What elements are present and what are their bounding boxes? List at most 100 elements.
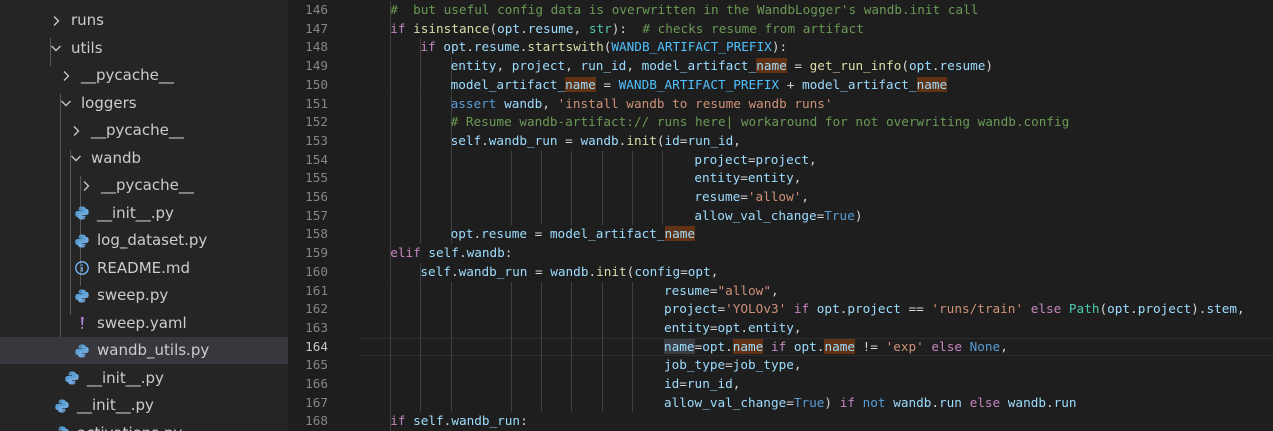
chevron-right-icon[interactable] [48, 13, 64, 29]
code-line[interactable]: self.wandb_run = wandb.init(id=run_id, [451, 132, 741, 151]
python-icon [74, 343, 90, 359]
code-line[interactable]: resume="allow", [664, 282, 779, 301]
code-token: entity [664, 319, 710, 335]
code-line[interactable]: allow_val_change=True) [694, 207, 862, 226]
code-line[interactable]: project=project, [694, 151, 816, 170]
code-line[interactable]: name=opt.name if opt.name != 'exp' else … [664, 338, 1008, 357]
code-token: = [680, 263, 688, 279]
code-token: ( [489, 20, 498, 36]
folder-item[interactable]: wandb [0, 145, 288, 172]
code-line[interactable]: elif self.wandb: [390, 244, 512, 263]
chevron-right-icon[interactable] [78, 178, 94, 194]
code-line[interactable]: self.wandb_run = wandb.init(config=opt, [420, 263, 718, 282]
chevron-right-icon[interactable] [58, 68, 74, 84]
code-token: "allow" [717, 282, 771, 298]
indent-guide [541, 393, 543, 413]
folder-item[interactable]: runs [0, 7, 288, 34]
code-line[interactable]: if self.wandb_run: [390, 412, 528, 431]
code-line[interactable]: assert wandb, 'install wandb to resume w… [451, 95, 833, 114]
file-item[interactable]: __init__.py [0, 365, 288, 392]
indent-guide [631, 281, 633, 301]
code-token: name [565, 76, 596, 92]
indent-guide [511, 150, 512, 170]
code-line[interactable]: entity=entity, [694, 169, 801, 188]
indent-guide [450, 337, 452, 357]
code-token: , [496, 58, 512, 74]
code-line[interactable]: model_artifact_name = WANDB_ARTIFACT_PRE… [451, 76, 948, 95]
indent-guide [390, 262, 392, 282]
python-icon [54, 398, 70, 414]
code-token: init [596, 263, 627, 279]
line-number: 153 [305, 132, 328, 148]
code-line[interactable]: resume='allow', [694, 188, 809, 207]
code-token: = [527, 263, 551, 279]
indent-guide [390, 57, 392, 76]
file-item[interactable]: wandb_utils.py [0, 337, 288, 364]
indent-guide [631, 150, 633, 170]
file-item[interactable]: __init__.py [0, 392, 288, 419]
code-token: , [626, 58, 642, 74]
code-token: resume [664, 282, 710, 298]
file-item[interactable]: log_dataset.py [0, 227, 288, 254]
code-line[interactable]: project='YOLOv3' if opt.project == 'runs… [664, 300, 1245, 319]
file-item[interactable]: sweep.yaml [0, 310, 288, 337]
folder-item[interactable]: __pycache__ [0, 62, 288, 89]
code-token: project [847, 301, 901, 317]
line-number: 151 [305, 95, 328, 111]
code-token: model_artifact_ [802, 76, 917, 92]
indent-guide [390, 169, 392, 188]
line-number: 146 [305, 2, 328, 17]
indent-guide [390, 318, 392, 338]
file-item[interactable]: activations.py [0, 420, 288, 431]
code-token: ) [854, 207, 863, 223]
code-token: wandb [1007, 394, 1046, 410]
code-token: model_artifact_ [450, 76, 566, 92]
yaml-icon [74, 315, 90, 331]
file-item[interactable]: README.md [0, 255, 288, 282]
chevron-down-icon[interactable] [58, 95, 74, 111]
code-line[interactable]: if isinstance(opt.resume, str): # checks… [390, 20, 864, 39]
code-token: allow_val_change [694, 207, 817, 223]
file-item[interactable]: sweep.py [0, 282, 288, 309]
chevron-down-icon[interactable] [48, 40, 64, 56]
code-line[interactable]: # Resume wandb-artifact:// runs here| wo… [451, 113, 1070, 132]
code-line[interactable]: allow_val_change=True) if not wandb.run … [664, 394, 1077, 413]
folder-item[interactable]: __pycache__ [0, 117, 288, 144]
code-line[interactable]: entity, project, run_id, model_artifact_… [451, 57, 993, 76]
line-number: 154 [305, 151, 328, 167]
folder-item[interactable]: utils [0, 35, 288, 62]
chevron-down-icon[interactable] [68, 150, 84, 166]
code-editor[interactable]: 146 # but useful config data is overwritt… [288, 0, 1273, 431]
code-token: 'YOLOv3' [725, 301, 787, 317]
folder-item[interactable]: loggers [0, 90, 288, 117]
code-line[interactable]: if opt.resume.startswith(WANDB_ARTIFACT_… [420, 38, 787, 57]
indent-guide [662, 169, 663, 188]
code-line[interactable]: opt.resume = model_artifact_name [451, 225, 696, 244]
line-number: 155 [305, 170, 328, 186]
code-token: , [1237, 301, 1245, 317]
indent-guide [420, 131, 422, 151]
code-token: model_artifact_ [549, 226, 665, 242]
tree-item-label: activations.py [77, 420, 182, 431]
folder-item[interactable]: __pycache__ [0, 172, 288, 199]
code-line[interactable]: id=run_id, [664, 375, 740, 394]
code-token: . [481, 132, 489, 148]
line-number: 164 [305, 338, 328, 354]
chevron-right-icon[interactable] [68, 123, 84, 139]
code-line[interactable]: job_type=job_type, [664, 356, 802, 375]
indent-guide [390, 75, 392, 95]
code-token: , [732, 376, 741, 391]
code-token: wandb_run [458, 263, 528, 279]
indent-guide [390, 356, 392, 375]
file-item[interactable]: __init__.py [0, 200, 288, 227]
code-token: = [527, 226, 550, 242]
code-line[interactable]: # but useful config data is overwritten … [390, 1, 978, 20]
code-token: , [793, 170, 802, 186]
indent-guide [511, 318, 512, 338]
code-token: str [588, 20, 612, 36]
indent-guide [420, 75, 422, 95]
code-token: # but useful config data is overwritten … [390, 2, 979, 17]
indent-guide [390, 393, 392, 413]
code-token: id [664, 132, 680, 148]
code-line[interactable]: entity=opt.entity, [664, 319, 802, 338]
